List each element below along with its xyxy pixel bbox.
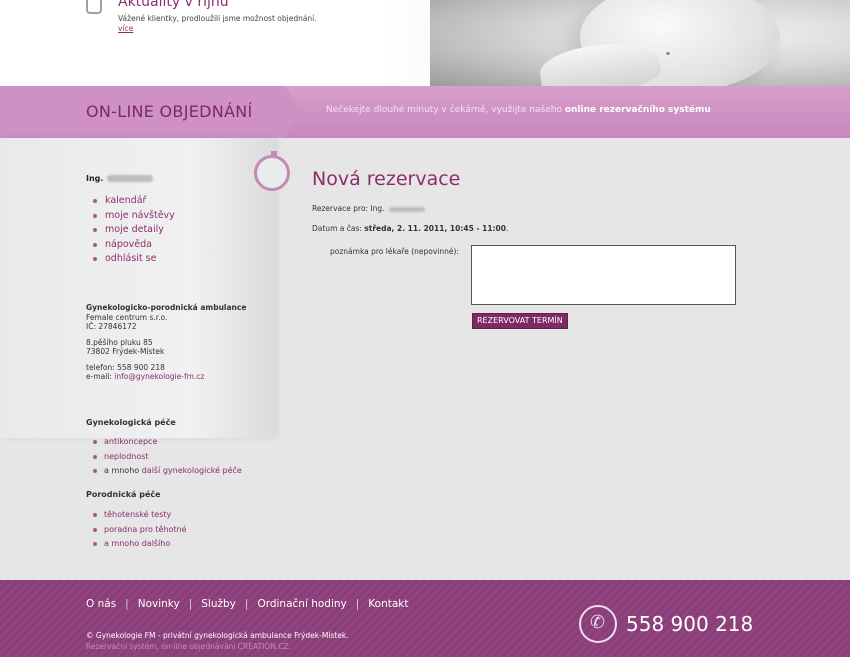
footer: O nás | Novinky | Služby | Ordinační hodiny | Ko… <box>0 580 850 657</box>
menu-item-help[interactable]: nápověda <box>92 238 175 253</box>
reservation-datetime: Datum a čas: středa, 2. 11. 2011, 10:45 … <box>312 224 509 233</box>
user-name: Ing. <box>86 174 154 183</box>
gyn-item-more: a mnoho další gynekologické péče <box>92 464 242 479</box>
gyn-heading: Gynekologická péče <box>86 418 176 427</box>
footer-link-contact[interactable]: Kontakt <box>368 598 408 610</box>
gyn-item-infertility[interactable]: neplodnost <box>92 450 242 465</box>
footer-phone: 558 900 218 <box>626 612 754 636</box>
footer-link-about[interactable]: O nás <box>86 598 116 610</box>
menu-item-visits[interactable]: moje návštěvy <box>92 209 175 224</box>
gyn-item-contraception[interactable]: antikoncepce <box>92 435 242 450</box>
clinic-email-row: e-mail: info@gynekologie-fm.cz <box>86 372 205 381</box>
news-more-link[interactable]: více <box>118 24 133 33</box>
footer-copyright: © Gynekologie FM - privátní gynekologick… <box>86 631 349 640</box>
header-photo <box>430 0 850 86</box>
clinic-phone: telefon: 558 900 218 <box>86 362 165 372</box>
clock-circle-icon <box>254 151 290 191</box>
clinic-city: 73802 Frýdek-Místek <box>86 347 165 356</box>
clinic-info: Gynekologicko-porodnická ambulance Femal… <box>86 303 256 382</box>
note-label: poznámka pro lékaře (nepovinné): <box>330 247 459 256</box>
footer-link-services[interactable]: Služby <box>201 598 236 610</box>
banner: ON-LINE OBJEDNÁNÍ Nečekejte dlouhé minut… <box>0 86 850 138</box>
page-title: Nová rezervace <box>312 168 461 190</box>
por-heading: Porodnická péče <box>86 490 161 499</box>
banner-slogan: Nečekejte dlouhé minuty v čekárně, využi… <box>326 105 711 115</box>
news-text: Vážené klientky, prodloužili jsme možnos… <box>118 14 317 23</box>
footer-link-news[interactable]: Novinky <box>138 598 180 610</box>
user-name-redacted <box>107 175 154 182</box>
banner-title: ON-LINE OBJEDNÁNÍ <box>86 102 253 121</box>
clinic-street: 8.pěšího pluku 85 <box>86 337 153 347</box>
header: Aktuality v říjnu Vážené klientky, prodl… <box>0 0 850 86</box>
menu-item-logout[interactable]: odhlásit se <box>92 252 175 267</box>
clinic-ic: IČ: 27846172 <box>86 322 137 331</box>
user-menu: kalendář moje návštěvy moje detaily nápo… <box>92 194 175 267</box>
clinic-name: Gynekologicko-porodnická ambulance <box>86 303 247 312</box>
gyn-more-link[interactable]: další gynekologické péče <box>142 466 242 475</box>
footer-link-hours[interactable]: Ordinační hodiny <box>257 598 346 610</box>
menu-item-calendar[interactable]: kalendář <box>92 194 175 209</box>
reservation-for: Rezervace pro: Ing. <box>312 204 425 213</box>
news-icon <box>86 0 102 14</box>
footer-nav: O nás | Novinky | Služby | Ordinační hodiny | Ko… <box>86 598 409 610</box>
footer-credits[interactable]: Rezervační systém, on-line objednávání C… <box>86 642 291 651</box>
reserve-button[interactable]: REZERVOVAT TERMÍN <box>472 313 568 329</box>
news-title: Aktuality v říjnu <box>118 0 229 10</box>
por-list: těhotenské testy poradna pro těhotné a m… <box>92 508 187 552</box>
por-item-more[interactable]: a mnoho dalšího <box>92 537 187 552</box>
por-item-counseling[interactable]: poradna pro těhotné <box>92 523 187 538</box>
clinic-company: Female centrum s.r.o. <box>86 312 168 322</box>
phone-icon <box>579 605 617 643</box>
note-textarea[interactable] <box>471 245 736 305</box>
por-item-tests[interactable]: těhotenské testy <box>92 508 187 523</box>
clinic-email-link[interactable]: info@gynekologie-fm.cz <box>114 372 204 381</box>
sidebar-panel <box>0 138 274 438</box>
reservation-name-redacted <box>388 206 425 212</box>
menu-item-details[interactable]: moje detaily <box>92 223 175 238</box>
gyn-list: antikoncepce neplodnost a mnoho další gy… <box>92 435 242 479</box>
